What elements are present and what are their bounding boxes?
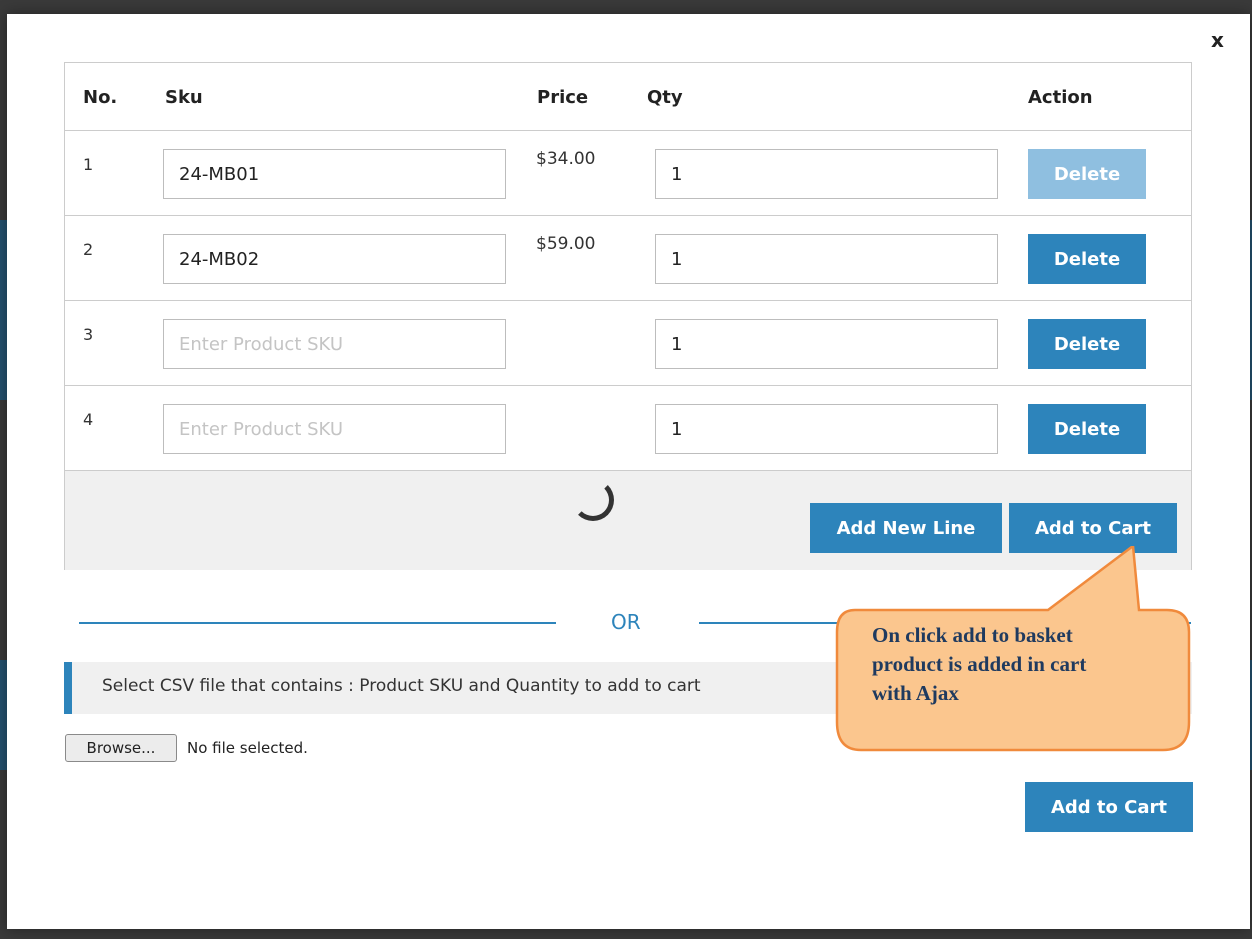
- sku-input[interactable]: [163, 404, 506, 454]
- csv-instruction-text: Select CSV file that contains : Product …: [102, 676, 701, 696]
- row-number: 4: [83, 410, 94, 429]
- delete-button[interactable]: Delete: [1028, 234, 1146, 284]
- table-row: 1 $34.00 Delete: [65, 130, 1191, 216]
- qty-input[interactable]: [655, 319, 998, 369]
- column-header-no: No.: [83, 87, 118, 108]
- csv-add-to-cart-button[interactable]: Add to Cart: [1025, 782, 1193, 832]
- or-label: OR: [611, 610, 641, 634]
- sku-input[interactable]: [163, 149, 506, 199]
- separator-line: [79, 622, 556, 624]
- sku-input[interactable]: [163, 234, 506, 284]
- column-header-price: Price: [537, 87, 589, 108]
- qty-input[interactable]: [655, 234, 998, 284]
- delete-button[interactable]: Delete: [1028, 319, 1146, 369]
- table-row: 2 $59.00 Delete: [65, 215, 1191, 301]
- column-header-sku: Sku: [165, 87, 203, 108]
- callout-line: product is added in cart: [872, 652, 1087, 676]
- row-number: 3: [83, 325, 94, 344]
- column-header-action: Action: [1028, 87, 1093, 108]
- browse-file-button[interactable]: Browse...: [65, 734, 177, 762]
- qty-input[interactable]: [655, 149, 998, 199]
- table-row: 3 Delete: [65, 300, 1191, 386]
- callout-text: On click add to basket product is added …: [872, 621, 1172, 708]
- price-value: $59.00: [536, 234, 596, 254]
- quick-order-table: No. Sku Price Qty Action 1 $34.00 Delete…: [64, 62, 1192, 570]
- loading-spinner-icon: [572, 479, 614, 521]
- price-value: $34.00: [536, 149, 596, 169]
- callout-line: On click add to basket: [872, 623, 1073, 647]
- close-button[interactable]: x: [1211, 30, 1224, 50]
- sku-input[interactable]: [163, 319, 506, 369]
- qty-input[interactable]: [655, 404, 998, 454]
- delete-button[interactable]: Delete: [1028, 404, 1146, 454]
- column-header-qty: Qty: [647, 87, 683, 108]
- row-number: 1: [83, 155, 94, 174]
- quick-order-dialog: x No. Sku Price Qty Action 1 $34.00 Dele…: [7, 14, 1250, 929]
- callout-line: with Ajax: [872, 681, 959, 705]
- file-status-text: No file selected.: [187, 739, 308, 757]
- table-row: 4 Delete: [65, 385, 1191, 471]
- delete-button[interactable]: Delete: [1028, 149, 1146, 199]
- row-number: 2: [83, 240, 94, 259]
